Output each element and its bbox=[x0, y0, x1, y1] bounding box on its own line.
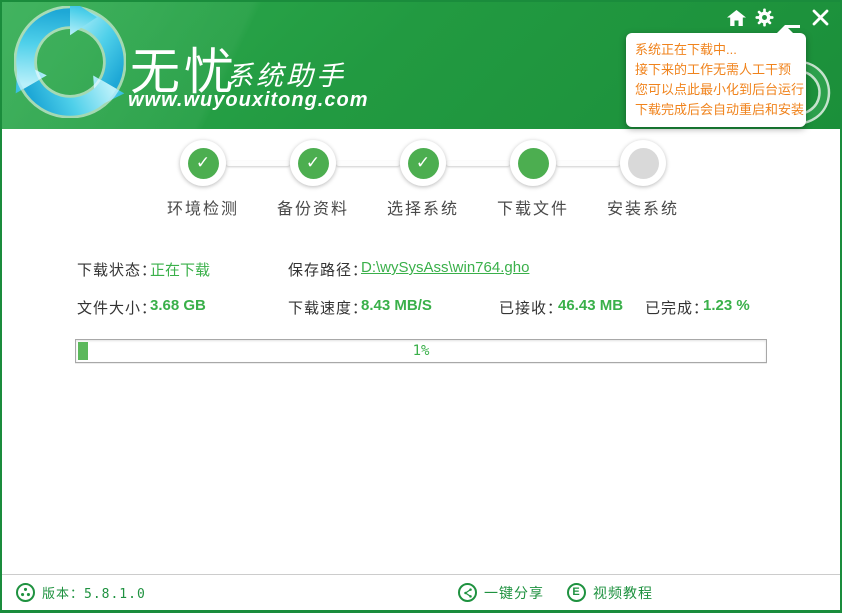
file-size-label: 文件大小： bbox=[77, 297, 157, 318]
step-download-file: ✓ 下载文件 bbox=[478, 140, 588, 219]
step-env-check: ✓ 环境检测 bbox=[148, 140, 258, 219]
download-speed-value: 8.43 MB/S bbox=[361, 297, 432, 314]
step-circle: ✓ bbox=[400, 140, 446, 186]
tooltip-line: 接下来的工作无需人工干预 bbox=[635, 60, 797, 80]
completed-value: 1.23 % bbox=[703, 297, 750, 314]
step-circle: ✓ bbox=[510, 140, 556, 186]
footer: 版本：5.8.1.0 一键分享 E 视频教程 bbox=[2, 574, 840, 610]
website-url: www.wuyouxitong.com bbox=[128, 89, 368, 112]
download-status-label: 下载状态： bbox=[77, 259, 157, 280]
check-icon: ✓ bbox=[306, 153, 320, 173]
received-value: 46.43 MB bbox=[558, 297, 623, 314]
step-label: 选择系统 bbox=[368, 195, 478, 219]
home-icon bbox=[727, 10, 746, 31]
step-circle: ✓ bbox=[620, 140, 666, 186]
download-status-value: 正在下载 bbox=[150, 259, 210, 280]
step-label: 备份资料 bbox=[258, 195, 368, 219]
tooltip-line: 系统正在下载中... bbox=[635, 40, 797, 60]
app-subtitle: 系统助手 bbox=[226, 54, 346, 93]
close-button[interactable] bbox=[806, 7, 834, 33]
save-path-link[interactable]: D:\wySysAss\win764.gho bbox=[361, 259, 529, 276]
progress-bar: 1% bbox=[75, 339, 767, 363]
check-icon: ✓ bbox=[416, 153, 430, 173]
tooltip-line: 下载完成后会自动重启和安装 bbox=[635, 100, 797, 120]
version-info: 版本：5.8.1.0 bbox=[16, 575, 146, 610]
video-tutorial-label: 视频教程 bbox=[593, 583, 653, 603]
download-tooltip: 系统正在下载中... 接下来的工作无需人工干预 您可以点此最小化到后台运行 下载… bbox=[626, 33, 806, 127]
version-icon bbox=[16, 583, 35, 602]
download-speed-label: 下载速度： bbox=[288, 297, 368, 318]
save-path-label: 保存路径： bbox=[288, 259, 368, 280]
gear-icon bbox=[755, 8, 774, 32]
step-label: 环境检测 bbox=[148, 195, 258, 219]
share-button[interactable]: 一键分享 bbox=[458, 575, 544, 610]
share-icon bbox=[458, 583, 477, 602]
completed-label: 已完成： bbox=[645, 297, 709, 318]
video-icon: E bbox=[567, 583, 586, 602]
home-button[interactable] bbox=[722, 7, 750, 33]
tooltip-line: 您可以点此最小化到后台运行 bbox=[635, 80, 797, 100]
step-select-system: ✓ 选择系统 bbox=[368, 140, 478, 219]
video-tutorial-button[interactable]: E 视频教程 bbox=[567, 575, 653, 610]
close-icon bbox=[812, 9, 829, 31]
share-label: 一键分享 bbox=[484, 583, 544, 603]
progress-percent: 1% bbox=[76, 340, 766, 362]
step-circle: ✓ bbox=[290, 140, 336, 186]
check-icon: ✓ bbox=[196, 153, 210, 173]
step-install-system: ✓ 安装系统 bbox=[588, 140, 698, 219]
version-text: 版本：5.8.1.0 bbox=[42, 583, 146, 602]
app-window: 无忧 系统助手 www.wuyouxitong.com bbox=[0, 0, 842, 613]
recycle-logo-icon bbox=[14, 6, 126, 123]
header: 无忧 系统助手 www.wuyouxitong.com bbox=[2, 2, 840, 129]
received-label: 已接收： bbox=[499, 297, 563, 318]
step-circle: ✓ bbox=[180, 140, 226, 186]
step-label: 下载文件 bbox=[478, 195, 588, 219]
step-label: 安装系统 bbox=[588, 195, 698, 219]
file-size-value: 3.68 GB bbox=[150, 297, 206, 314]
settings-button[interactable] bbox=[750, 7, 778, 33]
step-backup: ✓ 备份资料 bbox=[258, 140, 368, 219]
